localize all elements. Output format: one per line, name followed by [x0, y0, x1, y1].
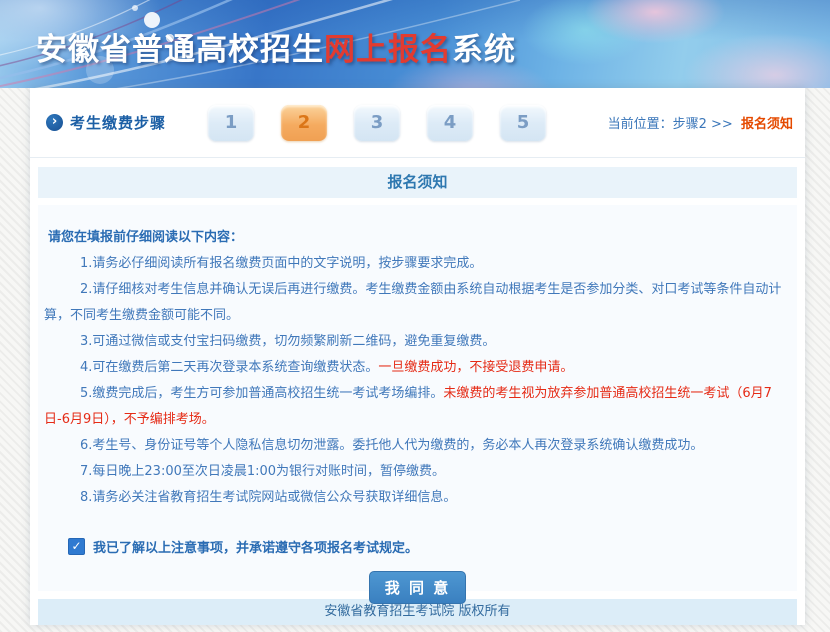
step-row: › 考生缴费步骤 12345 当前位置：步骤2 >> 报名须知 — [30, 88, 805, 158]
notice-item-7: 7.每日晚上23:00至次日凌晨1:00为银行对账时间，暂停缴费。 — [42, 459, 793, 485]
step-section-title: › 考生缴费步骤 — [46, 112, 166, 133]
notice-item-2: 2.请仔细核对考生信息并确认无误后再进行缴费。考生缴费金额由系统自动根据考生是否… — [42, 277, 793, 329]
app-title: 安徽省普通高校招生网上报名系统 — [36, 24, 516, 69]
step-indicator: 12345 — [208, 105, 546, 141]
notice-item-4: 4.可在缴费后第二天再次登录本系统查询缴费状态。一旦缴费成功，不接受退费申请。 — [42, 355, 793, 381]
breadcrumb: 当前位置：步骤2 >> 报名须知 — [608, 113, 793, 132]
header-banner: 安徽省普通高校招生网上报名系统 — [0, 0, 830, 88]
notice-title: 报名须知 — [38, 167, 797, 198]
step-section-title-label: 考生缴费步骤 — [70, 112, 166, 133]
app-title-prefix: 安徽省普通高校招生 — [36, 32, 324, 68]
notice-list: 1.请务必仔细阅读所有报名缴费页面中的文字说明，按步骤要求完成。2.请仔细核对考… — [42, 251, 793, 511]
step-box-1: 1 — [208, 105, 254, 141]
agreement-row: ✓ 我已了解以上注意事项，并承诺遵守各项报名考试规定。 — [68, 537, 793, 556]
notice-item-8: 8.请务必关注省教育招生考试院网站或微信公众号获取详细信息。 — [42, 485, 793, 511]
step-box-3: 3 — [354, 105, 400, 141]
agreement-checkbox[interactable]: ✓ — [68, 538, 85, 555]
notice-content-panel: 请您在填报前仔细阅读以下内容： 1.请务必仔细阅读所有报名缴费页面中的文字说明，… — [38, 205, 797, 591]
step-section-marker-icon: › — [46, 114, 63, 131]
app-title-highlight: 网上报名 — [324, 32, 452, 68]
notice-item-4-warning: 一旦缴费成功，不接受退费申请。 — [378, 360, 573, 375]
notice-intro: 请您在填报前仔细阅读以下内容： — [48, 225, 793, 251]
notice-item-6: 6.考生号、身份证号等个人隐私信息切勿泄露。委托他人代为缴费的，务必本人再次登录… — [42, 433, 793, 459]
step-box-5: 5 — [500, 105, 546, 141]
agreement-label: 我已了解以上注意事项，并承诺遵守各项报名考试规定。 — [93, 537, 418, 556]
checkbox-check-icon: ✓ — [71, 539, 81, 554]
breadcrumb-current: 报名须知 — [741, 117, 793, 132]
notice-item-5: 5.缴费完成后，考生方可参加普通高校招生统一考试考场编排。未缴费的考生视为放弃参… — [42, 381, 793, 433]
breadcrumb-prefix: 当前位置：步骤2 >> — [608, 117, 733, 132]
footer-copyright: 安徽省教育招生考试院 版权所有 — [38, 599, 797, 625]
app-title-suffix: 系统 — [452, 32, 516, 68]
notice-item-1: 1.请务必仔细阅读所有报名缴费页面中的文字说明，按步骤要求完成。 — [42, 251, 793, 277]
notice-item-3: 3.可通过微信或支付宝扫码缴费，切勿频繁刷新二维码，避免重复缴费。 — [42, 329, 793, 355]
main-content-panel: › 考生缴费步骤 12345 当前位置：步骤2 >> 报名须知 报名须知 请您在… — [30, 88, 805, 625]
step-box-4: 4 — [427, 105, 473, 141]
step-box-2-active: 2 — [281, 105, 327, 141]
